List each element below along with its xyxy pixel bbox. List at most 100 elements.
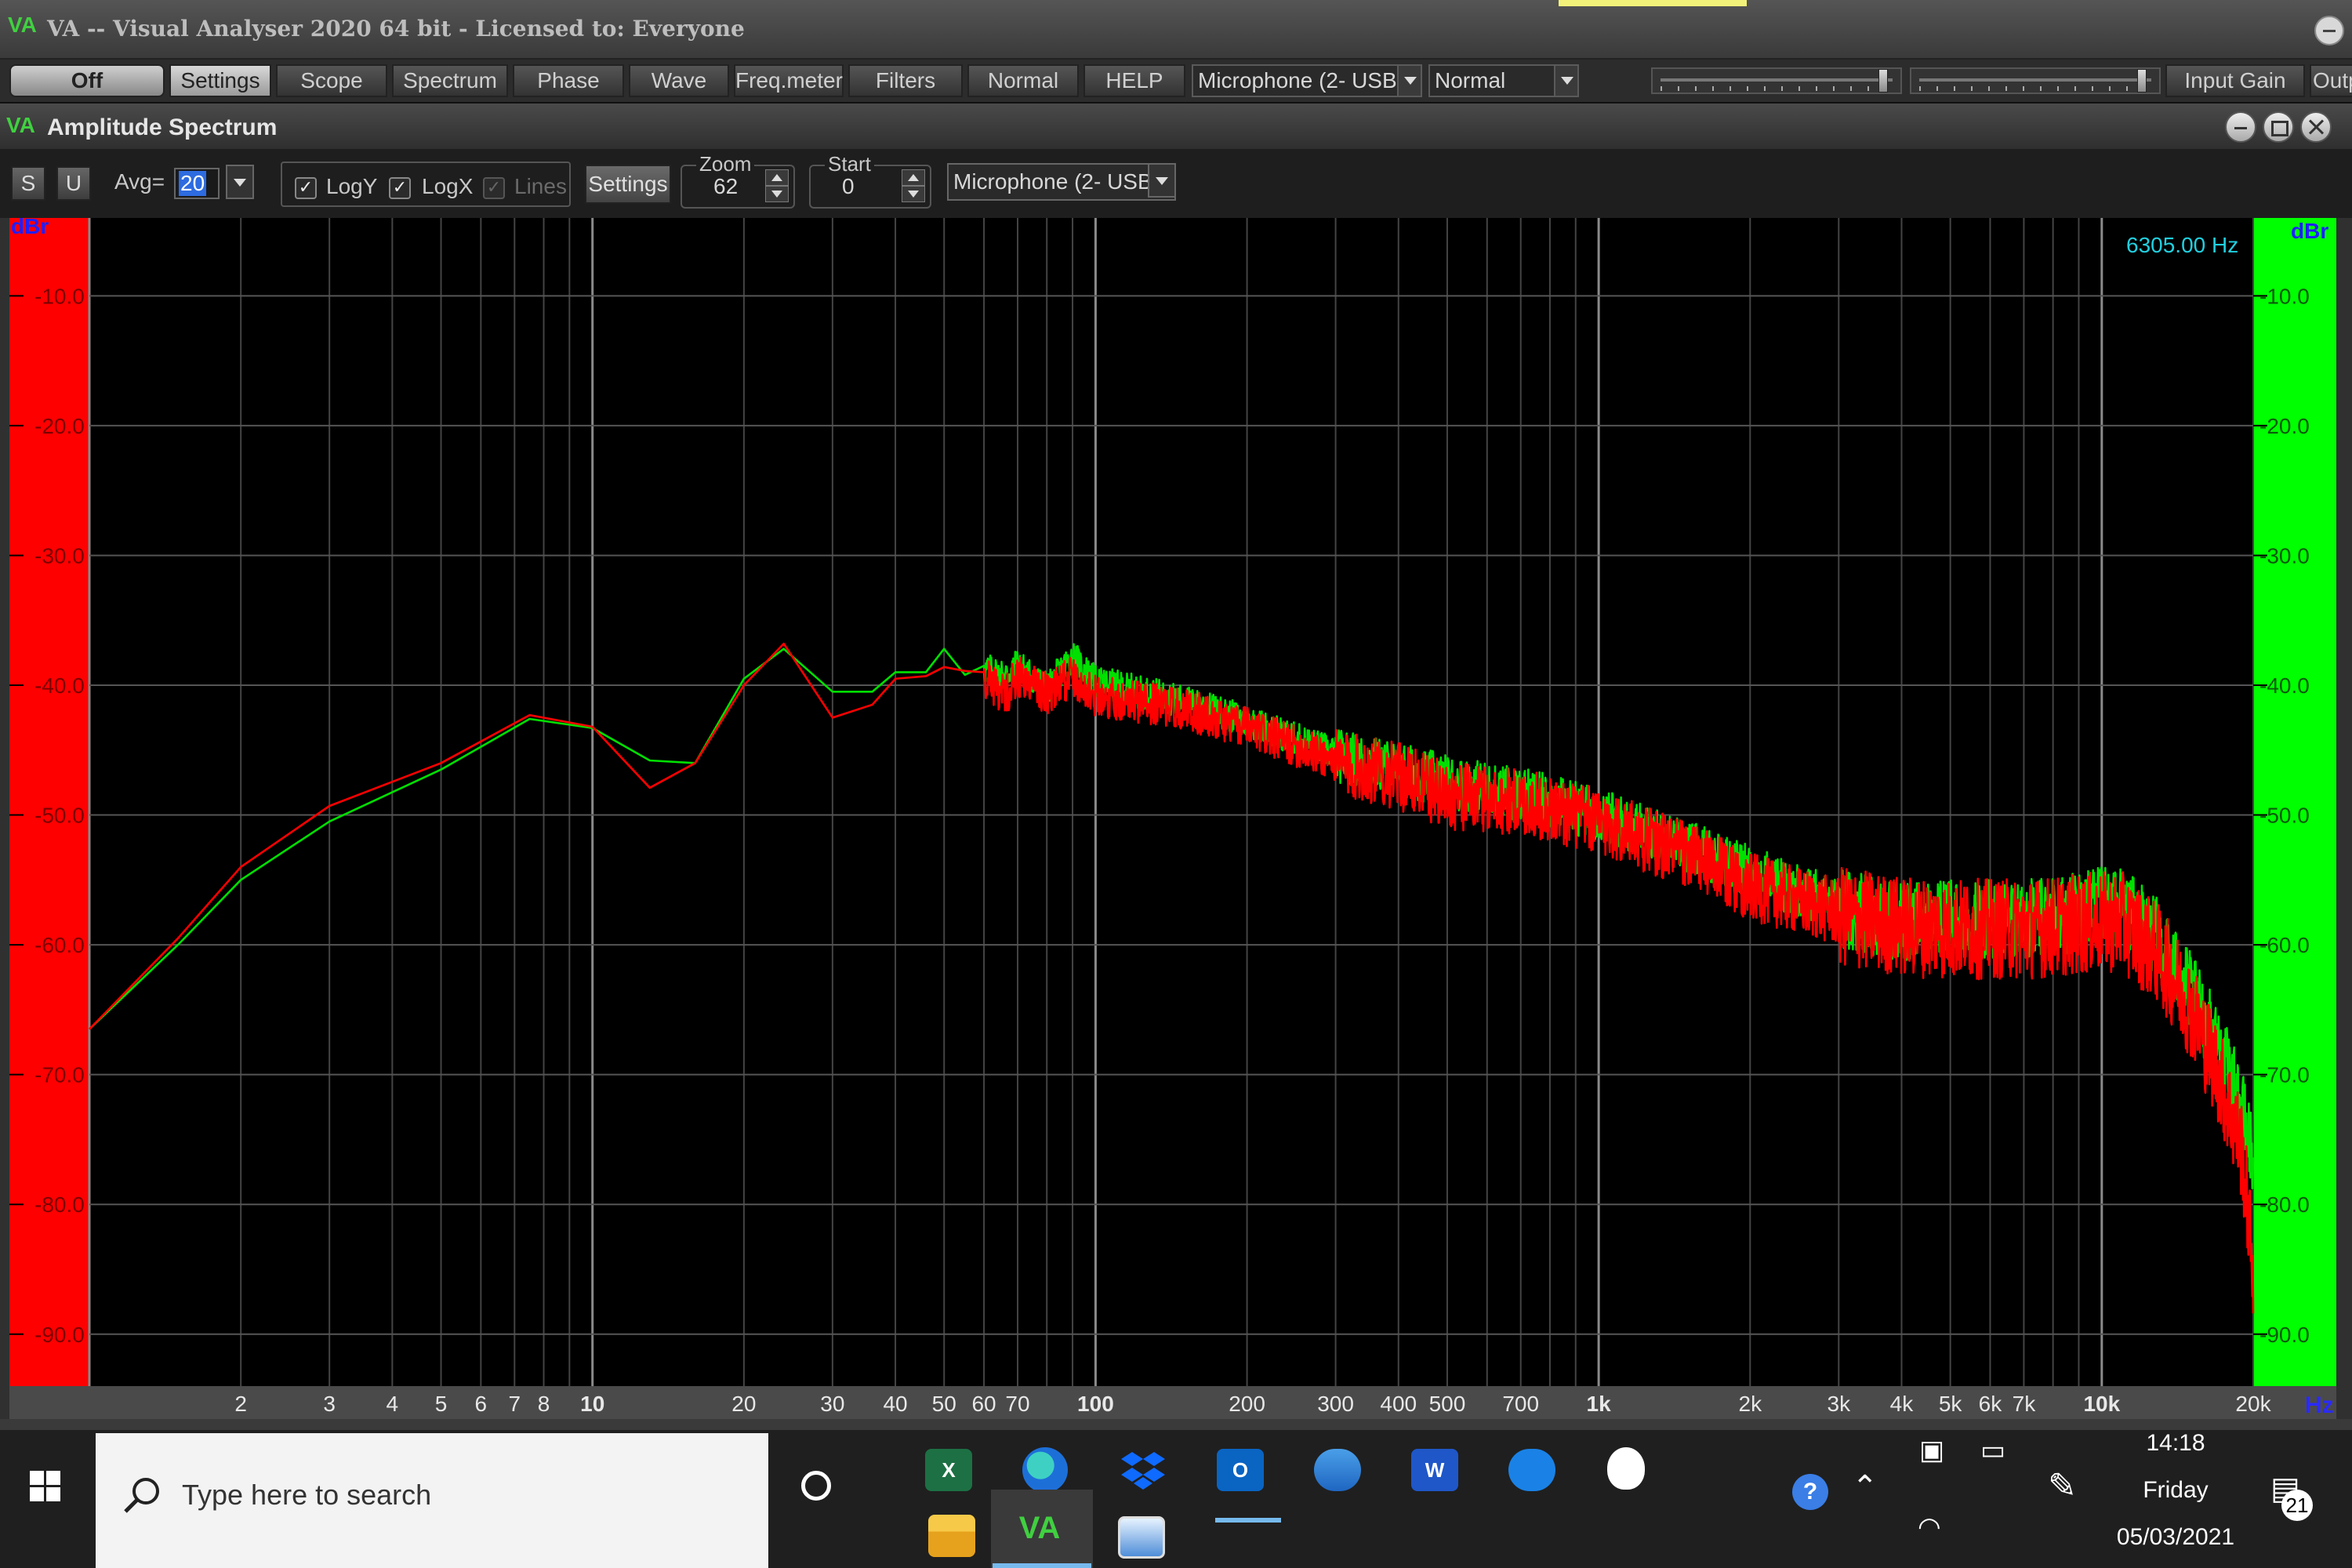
x-tick-label: 6 (475, 1392, 488, 1416)
x-tick-label: 1k (1587, 1392, 1612, 1416)
y-tick-label: -50.0 (34, 804, 85, 828)
spectrum-button[interactable]: Spectrum (392, 64, 508, 97)
input-device-select[interactable]: Microphone (2- USB (1192, 64, 1422, 97)
va-active-indicator (993, 1563, 1091, 1568)
stepper-down-icon[interactable] (765, 186, 789, 202)
y-tick-label: -90.0 (34, 1323, 85, 1347)
x-tick-label: 2 (234, 1392, 247, 1416)
x-tick-label: 50 (932, 1392, 956, 1416)
zoom-value: 62 (713, 174, 739, 198)
x-tick-label: 70 (1005, 1392, 1029, 1416)
excel-icon[interactable]: X (925, 1449, 972, 1491)
alienware-icon[interactable] (1607, 1447, 1645, 1490)
input-device-value: Microphone (2- USB (1198, 68, 1397, 93)
meet-now-icon[interactable]: ▣ (1919, 1435, 1944, 1466)
y-tick-label: -90.0 (2259, 1323, 2310, 1347)
mail-icon[interactable] (1314, 1449, 1361, 1491)
channel-device-select[interactable]: Microphone (2- USB (947, 163, 1176, 201)
app-title-bar: VA VA -- Visual Analyser 2020 64 bit - L… (0, 0, 2352, 60)
clock-day[interactable]: Friday (2132, 1477, 2219, 1504)
off-button[interactable]: Off (9, 64, 165, 97)
window-minimize-icon[interactable] (2225, 111, 2256, 143)
zoom-stepper[interactable] (765, 169, 789, 204)
y-tick-label: -60.0 (2259, 933, 2310, 957)
settings-button[interactable]: Settings (169, 64, 271, 97)
lines-checkbox[interactable]: ✓ (483, 177, 505, 199)
x-tick-label: 300 (1317, 1392, 1354, 1416)
avg-dropdown-icon[interactable] (226, 165, 254, 199)
freq-meter-button[interactable]: Freq.meter (734, 64, 844, 97)
mode-select[interactable]: Normal (1428, 64, 1579, 97)
spectrum-settings-button[interactable]: Settings (585, 165, 671, 204)
scope-button[interactable]: Scope (276, 64, 387, 97)
file-explorer-icon[interactable] (928, 1515, 975, 1557)
u-button[interactable]: U (56, 166, 91, 201)
y-tick-label: -80.0 (2259, 1192, 2310, 1217)
cursor-frequency-readout: 6305.00 Hz (2126, 233, 2238, 257)
wifi-icon[interactable]: ◠ (1918, 1512, 1941, 1543)
avg-input[interactable]: 20 (174, 168, 220, 199)
minimize-icon[interactable] (2314, 16, 2344, 45)
outlook-icon[interactable]: O (1217, 1449, 1264, 1491)
volume-slider-1[interactable] (1651, 67, 1902, 94)
help-tray-icon[interactable]: ? (1792, 1474, 1828, 1510)
chevron-up-icon[interactable]: ⌃ (1852, 1469, 1878, 1505)
clock-date[interactable]: 05/03/2021 (2101, 1524, 2250, 1551)
normal-button[interactable]: Normal (967, 64, 1079, 97)
s-button[interactable]: S (11, 166, 45, 201)
window-logo: VA (6, 113, 35, 137)
va-app-icon[interactable]: VA (1016, 1507, 1063, 1549)
output-button[interactable]: Outp (2310, 64, 2352, 97)
x-tick-label: 30 (820, 1392, 844, 1416)
y-tick-label: -30.0 (34, 543, 85, 568)
clock-time[interactable]: 14:18 (2132, 1430, 2219, 1457)
input-gain-button[interactable]: Input Gain (2165, 64, 2305, 97)
y-tick-label: -80.0 (34, 1192, 85, 1217)
help-button[interactable]: HELP (1083, 64, 1185, 97)
app-logo: VA (8, 13, 37, 37)
window-maximize-icon[interactable] (2263, 111, 2294, 143)
windows-start-icon[interactable] (30, 1471, 61, 1502)
y-tick-label: -20.0 (34, 414, 85, 438)
x-tick-label: 6k (1979, 1392, 2003, 1416)
word-icon[interactable]: W (1411, 1449, 1458, 1491)
pen-icon[interactable]: ✎ (2048, 1466, 2077, 1506)
amplitude-spectrum-chart[interactable]: -10.0 -20.0 -30.0 -40.0 -50.0 -60.0 -70.0 -80.0… (0, 218, 2352, 1419)
onedrive-icon[interactable] (1508, 1449, 1555, 1491)
taskbar-search-box[interactable]: Type here to search (96, 1433, 768, 1568)
logx-checkbox[interactable]: ✓ (389, 177, 411, 199)
spectrum-toolbar: S U Avg= 20 ✓ LogY ✓ LogX ✓ Lines Settin… (0, 149, 2352, 218)
title-highlight (1559, 0, 1747, 6)
x-tick-label: 7 (509, 1392, 521, 1416)
cortana-icon[interactable] (801, 1471, 831, 1501)
battery-icon[interactable]: ▭ (1980, 1435, 2005, 1466)
dropbox-icon[interactable] (1120, 1449, 1167, 1491)
axis-options-group: ✓ LogY ✓ LogX ✓ Lines (281, 162, 571, 207)
start-stepper[interactable] (902, 169, 925, 204)
logy-checkbox[interactable]: ✓ (295, 177, 317, 199)
x-tick-label: 20k (2235, 1392, 2271, 1416)
x-tick-label: 40 (883, 1392, 907, 1416)
filters-button[interactable]: Filters (848, 64, 963, 97)
stepper-up-icon[interactable] (902, 169, 925, 186)
wave-button[interactable]: Wave (629, 64, 729, 97)
x-tick-label: 500 (1429, 1392, 1466, 1416)
app-title: VA -- Visual Analyser 2020 64 bit - Lice… (47, 16, 745, 42)
slider-thumb[interactable] (1878, 69, 1889, 93)
photos-icon[interactable] (1118, 1516, 1165, 1559)
chevron-down-icon (1148, 165, 1174, 198)
stepper-down-icon[interactable] (902, 186, 925, 202)
x-tick-label: 7k (2013, 1392, 2037, 1416)
edge-icon[interactable] (1022, 1447, 1068, 1493)
x-tick-label: 200 (1229, 1392, 1265, 1416)
outlook-active-indicator (1215, 1518, 1281, 1523)
windows-taskbar: Type here to search X O W VA ? ⌃ ▣ ▭ ◠ ✎… (0, 1430, 2352, 1568)
lines-label: Lines (514, 174, 567, 198)
x-tick-label: 10k (2083, 1392, 2120, 1416)
phase-button[interactable]: Phase (513, 64, 624, 97)
volume-slider-2[interactable] (1910, 67, 2161, 94)
stepper-up-icon[interactable] (765, 169, 789, 186)
x-tick-label: 700 (1502, 1392, 1539, 1416)
slider-thumb[interactable] (2137, 69, 2147, 93)
window-close-icon[interactable] (2300, 111, 2332, 143)
